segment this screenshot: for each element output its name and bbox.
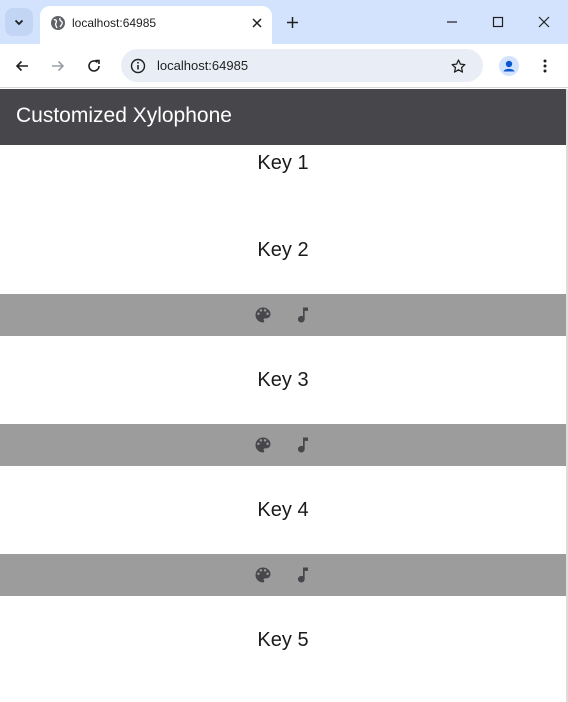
browser-tab-strip: localhost:64985 [0,0,568,44]
menu-button[interactable] [531,52,559,80]
maximize-icon [492,16,504,28]
minimize-button[interactable] [437,8,467,36]
close-icon [252,18,262,28]
xylophone-key[interactable]: Key 4 [0,466,566,554]
page-title: Customized Xylophone [16,104,232,127]
arrow-left-icon [14,58,30,74]
key-row: Key 2 [0,206,566,336]
music-note-icon[interactable] [293,305,313,325]
palette-icon[interactable] [253,565,273,585]
close-icon [538,16,550,28]
xylophone-key[interactable]: Key 3 [0,336,566,424]
key-label: Key 5 [257,628,309,651]
key-toolbar [0,424,566,466]
key-row: Key 4 [0,466,566,596]
music-note-icon[interactable] [293,565,313,585]
key-toolbar [0,554,566,596]
minimize-icon [446,16,458,28]
app-viewport: Customized Xylophone Key 1 Key 2 Key 3 K… [0,89,566,702]
tab-search-button[interactable] [5,8,33,36]
browser-tab[interactable]: localhost:64985 [40,6,272,44]
profile-button[interactable] [495,52,523,80]
avatar-icon [499,56,519,76]
chevron-down-icon [13,16,25,28]
key-label: Key 4 [257,498,309,521]
info-icon[interactable] [129,57,147,75]
forward-button[interactable] [44,52,72,80]
music-note-icon[interactable] [293,435,313,455]
globe-icon [50,15,66,31]
tab-close-button[interactable] [248,14,266,32]
key-label: Key 3 [257,368,309,391]
key-toolbar [0,294,566,336]
plus-icon [286,16,299,29]
star-icon[interactable] [448,56,468,76]
xylophone-key[interactable]: Key 1 [0,145,566,174]
app-bar: Customized Xylophone [0,89,566,145]
browser-toolbar: localhost:64985 [0,44,568,88]
reload-icon [86,58,102,74]
tab-title: localhost:64985 [72,16,157,30]
palette-icon[interactable] [253,305,273,325]
key-row: Key 1 [0,145,566,248]
new-tab-button[interactable] [280,10,304,34]
xylophone-key[interactable]: Key 2 [0,206,566,294]
back-button[interactable] [8,52,36,80]
more-vert-icon [537,58,553,74]
arrow-right-icon [50,58,66,74]
key-list: Key 1 Key 2 Key 3 Key 4 Key 5 [0,145,566,702]
key-row: Key 3 [0,336,566,466]
maximize-button[interactable] [483,8,513,36]
reload-button[interactable] [80,52,108,80]
key-row: Key 5 [0,596,566,702]
key-label: Key 2 [257,238,309,261]
key-label: Key 1 [257,152,309,174]
url-text: localhost:64985 [157,58,249,73]
window-close-button[interactable] [529,8,559,36]
address-bar[interactable]: localhost:64985 [121,49,483,82]
palette-icon[interactable] [253,435,273,455]
xylophone-key[interactable]: Key 5 [0,596,566,684]
